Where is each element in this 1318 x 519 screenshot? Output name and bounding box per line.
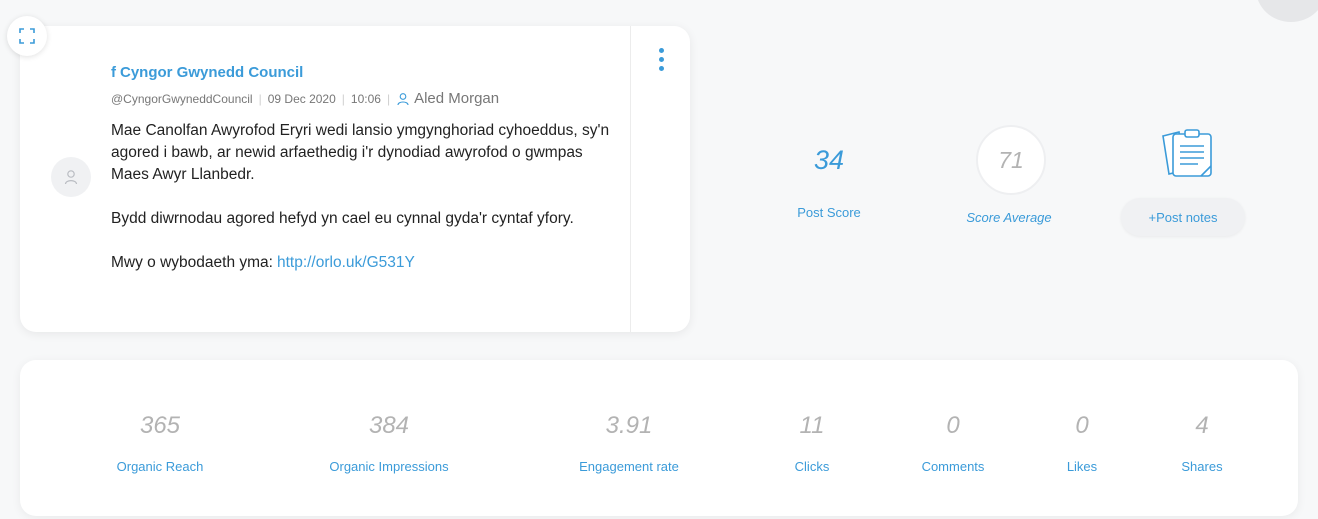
post-date: 09 Dec 2020 — [267, 91, 336, 106]
score-average-value: 71 — [998, 146, 1024, 173]
stat-value: 4 — [1195, 412, 1209, 439]
post-body: Mae Canolfan Awyrofod Eryri wedi lansio … — [111, 120, 611, 274]
post-meta: @CyngorGwyneddCouncil | 09 Dec 2020 | 10… — [111, 90, 499, 107]
meta-divider: | — [386, 91, 391, 106]
post-time: 10:06 — [350, 91, 381, 106]
post-paragraph: Bydd diwrnodau agored hefyd yn cael eu c… — [111, 210, 574, 227]
post-score-label: Post Score — [797, 205, 861, 220]
stat-label: Organic Reach — [116, 459, 204, 474]
expand-button[interactable] — [7, 16, 47, 56]
post-author[interactable]: Aled Morgan — [414, 90, 499, 107]
post-card: f Cyngor Gwynedd Council @CyngorGwyneddC… — [20, 26, 690, 332]
meta-divider: | — [341, 91, 345, 106]
page-name-text: Cyngor Gwynedd Council — [120, 64, 304, 81]
post-handle: @CyngorGwyneddCouncil — [111, 91, 253, 106]
kebab-menu-icon[interactable] — [652, 48, 670, 74]
card-divider — [630, 26, 631, 332]
stat-value: 3.91 — [605, 412, 653, 439]
score-average-label: Score Average — [966, 210, 1052, 225]
user-avatar-icon — [64, 170, 78, 185]
stat-label: Shares — [1181, 459, 1223, 474]
stats-card: 365 Organic Reach 384 Organic Impression… — [20, 360, 1298, 516]
expand-icon — [19, 28, 35, 44]
top-right-avatar-partial[interactable] — [1256, 0, 1318, 22]
score-average-circle: 71 — [976, 125, 1046, 195]
post-notes-button[interactable]: +Post notes — [1121, 198, 1245, 236]
notes-clipboard-icon[interactable] — [1153, 126, 1217, 182]
stat-label: Organic Impressions — [329, 459, 449, 474]
facebook-icon: f — [111, 64, 116, 81]
avatar[interactable] — [51, 157, 91, 197]
post-page-name[interactable]: f Cyngor Gwynedd Council — [111, 64, 303, 81]
more-info-label: Mwy o wybodaeth yma: — [111, 254, 273, 271]
meta-divider: | — [258, 91, 262, 106]
user-icon — [397, 92, 409, 105]
post-paragraph: Mae Canolfan Awyrofod Eryri wedi lansio … — [111, 122, 610, 183]
post-more-info: Mwy o wybodaeth yma: http://orlo.uk/G531Y — [111, 252, 611, 274]
post-link[interactable]: http://orlo.uk/G531Y — [277, 254, 415, 271]
stat-value: 365 — [139, 412, 181, 439]
stat-label: Engagement rate — [579, 459, 679, 474]
post-score-value: 34 — [813, 145, 845, 175]
stat-value: 384 — [368, 412, 410, 439]
